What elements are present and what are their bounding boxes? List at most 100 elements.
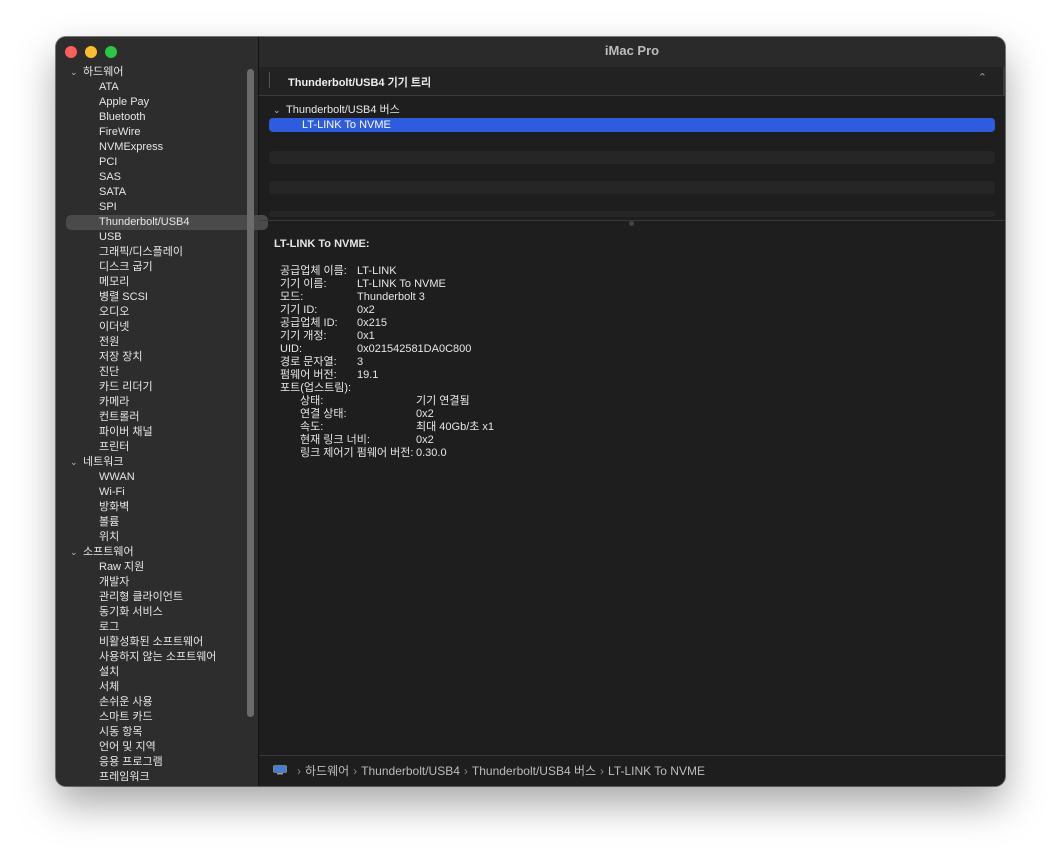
sidebar-section[interactable]: ⌄ 소프트웨어 bbox=[56, 545, 246, 560]
sidebar-item[interactable]: 파이버 채널 bbox=[56, 425, 246, 440]
breadcrumb-item[interactable]: Thunderbolt/USB4 버스 bbox=[472, 764, 596, 778]
sidebar-item[interactable]: PCI bbox=[56, 155, 246, 170]
port-property-row: 링크 제어기 펌웨어 버전: 0.30.0 bbox=[274, 447, 995, 460]
device-tree-header-label: Thunderbolt/USB4 기기 트리 bbox=[288, 77, 432, 89]
close-button[interactable] bbox=[65, 46, 77, 58]
sidebar-item[interactable]: USB bbox=[56, 230, 246, 245]
sidebar-item[interactable]: 응용 프로그램 bbox=[56, 755, 246, 770]
property-row: 공급업체 이름: LT-LINK bbox=[274, 265, 995, 278]
sidebar-item[interactable]: 관리형 클라이언트 bbox=[56, 590, 246, 605]
sidebar-item[interactable]: 개발자 bbox=[56, 575, 246, 590]
sidebar-section[interactable]: ⌄ 하드웨어 bbox=[56, 65, 246, 80]
sidebar-item[interactable]: 볼륨 bbox=[56, 515, 246, 530]
sidebar-item[interactable]: 서체 bbox=[56, 680, 246, 695]
sidebar-item[interactable]: 손쉬운 사용 bbox=[56, 695, 246, 710]
sidebar-item[interactable]: 시동 항목 bbox=[56, 725, 246, 740]
sidebar-item[interactable]: 병렬 SCSI bbox=[56, 290, 246, 305]
sidebar-item[interactable]: SATA bbox=[56, 185, 246, 200]
sidebar-item[interactable]: ATA bbox=[56, 80, 246, 95]
property-key: UID: bbox=[280, 343, 302, 355]
property-row: 기기 이름: LT-LINK To NVME bbox=[274, 278, 995, 291]
sidebar-item[interactable]: 스마트 카드 bbox=[56, 710, 246, 725]
sidebar-item[interactable]: NVMExpress bbox=[56, 140, 246, 155]
sidebar-item[interactable]: 프레임워크 bbox=[56, 770, 246, 785]
sidebar-section-label: 하드웨어 bbox=[83, 66, 124, 78]
device-tree: ⌄ Thunderbolt/USB4 버스 LT-LINK To NVME bbox=[269, 103, 995, 132]
sidebar-item[interactable]: Raw 지원 bbox=[56, 560, 246, 575]
chevron-down-icon[interactable]: ⌄ bbox=[70, 65, 78, 80]
sidebar-item[interactable]: 프린터 bbox=[56, 440, 246, 455]
sidebar-item[interactable]: 전원 bbox=[56, 335, 246, 350]
sidebar-section-label: 소프트웨어 bbox=[83, 546, 134, 558]
empty-row bbox=[269, 181, 995, 194]
property-key: 상태: bbox=[300, 395, 324, 407]
sidebar-item[interactable]: 오디오 bbox=[56, 305, 246, 320]
device-tree-device-row[interactable]: LT-LINK To NVME bbox=[269, 118, 995, 132]
sidebar-item[interactable]: 비활성화된 소프트웨어 bbox=[56, 635, 246, 650]
property-value: 0x2 bbox=[357, 304, 375, 316]
computer-icon bbox=[273, 765, 287, 775]
breadcrumb-item[interactable]: Thunderbolt/USB4 bbox=[361, 764, 460, 778]
sidebar-item[interactable]: 그래픽/디스플레이 bbox=[56, 245, 246, 260]
sidebar-item[interactable]: 카드 리더기 bbox=[56, 380, 246, 395]
property-row: 포트(업스트림): bbox=[274, 382, 995, 395]
chevron-down-icon[interactable]: ⌄ bbox=[70, 455, 78, 470]
property-value: 0x021542581DA0C800 bbox=[357, 343, 472, 355]
property-key: 기기 개정: bbox=[280, 330, 327, 342]
sidebar-item[interactable]: 동기화 서비스 bbox=[56, 605, 246, 620]
breadcrumb-item[interactable]: LT-LINK To NVME bbox=[608, 764, 705, 778]
property-key: 공급업체 ID: bbox=[280, 317, 338, 329]
window-title: iMac Pro bbox=[259, 37, 1005, 68]
sidebar-item[interactable]: WWAN bbox=[56, 470, 246, 485]
sidebar-item[interactable]: 컨트롤러 bbox=[56, 410, 246, 425]
sidebar-item[interactable]: 위치 bbox=[56, 530, 246, 545]
sidebar-item[interactable]: 카메라 bbox=[56, 395, 246, 410]
sidebar-item[interactable]: Wi-Fi bbox=[56, 485, 246, 500]
main-pane: iMac Pro Thunderbolt/USB4 기기 트리 ⌃ ⌄ Thun… bbox=[259, 37, 1005, 786]
empty-row bbox=[269, 211, 995, 217]
sidebar-scrollbar[interactable] bbox=[247, 69, 254, 717]
sidebar-item[interactable]: 사용하지 않는 소프트웨어 bbox=[56, 650, 246, 665]
property-key: 경로 문자열: bbox=[280, 356, 337, 368]
property-row: UID: 0x021542581DA0C800 bbox=[274, 343, 995, 356]
property-value: 19.1 bbox=[357, 369, 379, 381]
property-value: 0x2 bbox=[416, 434, 434, 446]
property-row: 경로 문자열: 3 bbox=[274, 356, 995, 369]
property-key: 링크 제어기 펌웨어 버전: bbox=[300, 447, 414, 459]
window-controls bbox=[65, 46, 117, 58]
sidebar-item[interactable]: SAS bbox=[56, 170, 246, 185]
sidebar-item[interactable]: 설치 bbox=[56, 665, 246, 680]
chevron-down-icon[interactable]: ⌄ bbox=[273, 103, 281, 118]
sidebar-item[interactable]: 메모리 bbox=[56, 275, 246, 290]
sidebar-item[interactable]: SPI bbox=[56, 200, 246, 215]
breadcrumb: › 하드웨어 › Thunderbolt/USB4 › Thunderbolt/USB4 … bbox=[297, 756, 709, 786]
property-row: 펌웨어 버전: 19.1 bbox=[274, 369, 995, 382]
sidebar-item[interactable]: 진단 bbox=[56, 365, 246, 380]
sidebar-item[interactable]: Thunderbolt/USB4 bbox=[66, 215, 268, 230]
device-tree-bus-row[interactable]: ⌄ Thunderbolt/USB4 버스 bbox=[269, 103, 995, 118]
sidebar-item[interactable]: 로그 bbox=[56, 620, 246, 635]
sidebar-item[interactable]: 방화벽 bbox=[56, 500, 246, 515]
minimize-button[interactable] bbox=[85, 46, 97, 58]
sidebar-item[interactable]: 저장 장치 bbox=[56, 350, 246, 365]
sidebar-item[interactable]: Apple Pay bbox=[56, 95, 246, 110]
device-tree-device-label: LT-LINK To NVME bbox=[302, 119, 391, 131]
property-key: 연결 상태: bbox=[300, 408, 347, 420]
pane-splitter[interactable] bbox=[259, 220, 1005, 226]
splitter-handle[interactable] bbox=[629, 221, 634, 226]
chevron-down-icon[interactable]: ⌄ bbox=[70, 545, 78, 560]
breadcrumb-item[interactable]: 하드웨어 bbox=[305, 764, 349, 778]
sidebar-section[interactable]: ⌄ 네트워크 bbox=[56, 455, 246, 470]
empty-row bbox=[269, 151, 995, 164]
zoom-button[interactable] bbox=[105, 46, 117, 58]
collapse-chevron-icon[interactable]: ⌃ bbox=[978, 71, 987, 84]
chevron-right-icon: › bbox=[463, 764, 468, 778]
sidebar-item[interactable]: FireWire bbox=[56, 125, 246, 140]
sidebar-item[interactable]: 언어 및 지역 bbox=[56, 740, 246, 755]
sidebar-section-label: 네트워크 bbox=[83, 456, 124, 468]
sidebar-item[interactable]: 디스크 굽기 bbox=[56, 260, 246, 275]
property-row: 기기 개정: 0x1 bbox=[274, 330, 995, 343]
sidebar-item[interactable]: 이더넷 bbox=[56, 320, 246, 335]
sidebar-item[interactable]: Bluetooth bbox=[56, 110, 246, 125]
chevron-right-icon: › bbox=[297, 764, 301, 778]
